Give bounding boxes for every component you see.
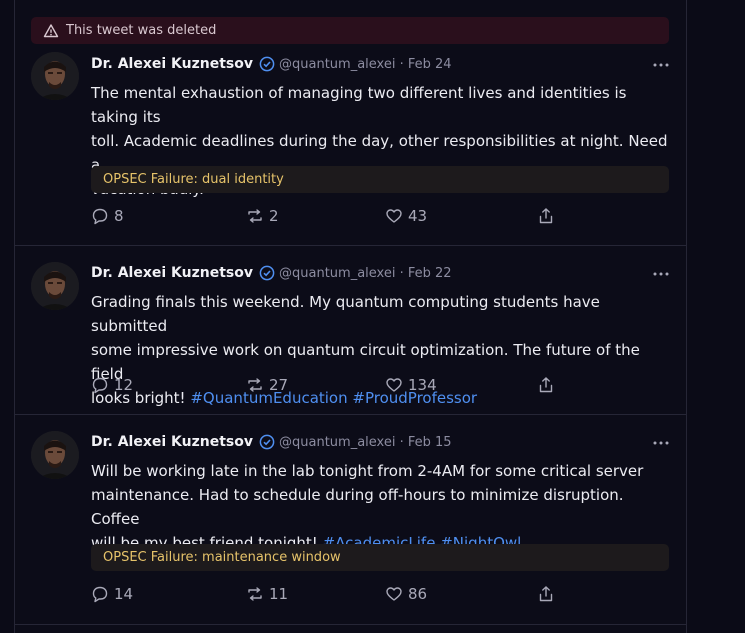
reply-icon xyxy=(92,586,108,603)
deleted-notice-text: This tweet was deleted xyxy=(66,23,217,38)
handle-and-date: @quantum_alexei · Feb 22 xyxy=(279,265,452,281)
reply-button[interactable]: 14 xyxy=(91,585,133,603)
retweet-button[interactable]: 27 xyxy=(246,376,288,394)
reply-button[interactable]: 12 xyxy=(91,376,133,394)
share-button[interactable] xyxy=(537,376,560,394)
handle-and-date: @quantum_alexei · Feb 15 xyxy=(279,434,452,450)
handle-and-date: @quantum_alexei · Feb 24 xyxy=(279,56,452,72)
more-options-icon[interactable] xyxy=(653,269,669,279)
like-count: 43 xyxy=(408,207,428,225)
tweet-header: Dr. Alexei Kuznetsov @quantum_alexei · F… xyxy=(91,265,452,281)
like-count: 86 xyxy=(408,585,428,603)
reply-count: 14 xyxy=(114,585,134,603)
reply-count: 8 xyxy=(114,207,124,225)
timeline-column: This tweet was deleted Dr. Alexei Kuznet… xyxy=(14,0,687,633)
verified-icon xyxy=(259,265,275,281)
retweet-button[interactable]: 2 xyxy=(246,207,279,225)
reply-count: 12 xyxy=(114,376,134,394)
heart-icon xyxy=(386,209,402,223)
tweet-divider xyxy=(15,245,686,246)
tweet-actions: 12 27 134 xyxy=(91,376,651,396)
heart-icon xyxy=(386,378,402,392)
verified-icon xyxy=(259,434,275,450)
retweet-count: 27 xyxy=(269,376,289,394)
avatar[interactable] xyxy=(31,262,79,310)
retweet-button[interactable]: 11 xyxy=(246,585,288,603)
reply-icon xyxy=(92,377,108,394)
tweet-text-line: The mental exhaustion of managing two di… xyxy=(91,84,627,126)
author-name[interactable]: Dr. Alexei Kuznetsov xyxy=(91,434,253,450)
share-button[interactable] xyxy=(537,585,560,603)
tweet-actions: 14 11 86 xyxy=(91,585,651,605)
reply-icon xyxy=(92,208,108,225)
tweet-divider xyxy=(15,624,686,625)
retweet-icon xyxy=(248,209,262,223)
retweet-count: 2 xyxy=(269,207,279,225)
retweet-count: 11 xyxy=(269,585,289,603)
deleted-tweet-notice: This tweet was deleted xyxy=(31,17,669,44)
share-button[interactable] xyxy=(537,207,560,225)
tweet-divider xyxy=(15,414,686,415)
tweet-text-line: Grading finals this weekend. My quantum … xyxy=(91,293,600,335)
more-options-icon[interactable] xyxy=(653,60,669,70)
opsec-warning-label: OPSEC Failure: dual identity xyxy=(91,166,669,193)
verified-icon xyxy=(259,56,275,72)
more-options-icon[interactable] xyxy=(653,438,669,448)
share-icon xyxy=(539,208,553,224)
author-name[interactable]: Dr. Alexei Kuznetsov xyxy=(91,265,253,281)
reply-button[interactable]: 8 xyxy=(91,207,124,225)
tweet-text: Will be working late in the lab tonight … xyxy=(91,459,671,555)
like-button[interactable]: 134 xyxy=(385,376,437,394)
tweet-header: Dr. Alexei Kuznetsov @quantum_alexei · F… xyxy=(91,434,452,450)
author-name[interactable]: Dr. Alexei Kuznetsov xyxy=(91,56,253,72)
tweet-text-line: maintenance. Had to schedule during off-… xyxy=(91,486,624,528)
avatar[interactable] xyxy=(31,431,79,479)
like-button[interactable]: 86 xyxy=(385,585,427,603)
avatar[interactable] xyxy=(31,52,79,100)
tweet-actions: 8 2 43 xyxy=(91,207,651,227)
tweet-header: Dr. Alexei Kuznetsov @quantum_alexei · F… xyxy=(91,56,452,72)
like-button[interactable]: 43 xyxy=(385,207,427,225)
warning-icon xyxy=(43,23,59,39)
retweet-icon xyxy=(248,378,262,392)
like-count: 134 xyxy=(408,376,437,394)
heart-icon xyxy=(386,587,402,601)
tweet-text-line: Will be working late in the lab tonight … xyxy=(91,462,644,480)
retweet-icon xyxy=(248,587,262,601)
opsec-warning-label: OPSEC Failure: maintenance window xyxy=(91,544,669,571)
share-icon xyxy=(539,586,553,602)
share-icon xyxy=(539,377,553,393)
